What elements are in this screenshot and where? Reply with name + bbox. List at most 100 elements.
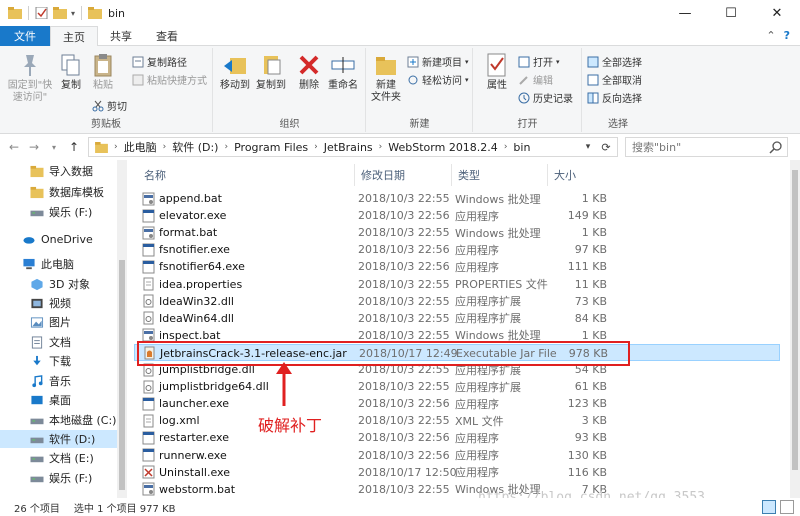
close-button[interactable]: ✕ [754, 0, 800, 26]
nav-scrollbar-thumb[interactable] [119, 260, 125, 490]
nav-item[interactable]: 娱乐 (F:) [0, 203, 118, 221]
status-bar: 26 个项目 选中 1 个项目 977 KB [0, 498, 800, 516]
tab-home[interactable]: 主页 [50, 26, 98, 47]
refresh-icon[interactable]: ⟳ [597, 139, 615, 155]
nav-item[interactable]: 桌面 [0, 391, 118, 409]
customize-quick-access-icon[interactable]: ▾ [71, 9, 75, 18]
new-folder-icon[interactable] [53, 7, 67, 19]
nav-item[interactable]: 软件 (D:) [0, 430, 118, 448]
history-button[interactable]: 历史记录 [518, 90, 573, 105]
nav-item[interactable]: 视频 [0, 294, 118, 312]
column-header-size[interactable]: 大小 [548, 164, 610, 186]
nav-item[interactable]: 娱乐 (F:) [0, 469, 118, 487]
file-date: 2018/10/17 12:50 [358, 465, 457, 479]
file-row[interactable]: append.bat 2018/10/3 22:55 Windows 批处理 1 KB [134, 190, 780, 207]
nav-item[interactable]: 本地磁盘 (C:) [0, 411, 118, 429]
nav-item[interactable]: 数据库模板 [0, 183, 118, 201]
nav-item[interactable]: 文档 [0, 333, 118, 351]
nav-scrollbar[interactable] [117, 160, 126, 498]
details-view-icon[interactable] [762, 500, 776, 514]
address-bar[interactable]: › 此电脑 › 软件 (D:) › Program Files › JetBra… [88, 137, 618, 157]
file-row[interactable]: IdeaWin32.dll 2018/10/3 22:55 应用程序扩展 73 KB [134, 293, 780, 310]
file-row[interactable]: jumplistbridge64.dll 2018/10/3 22:55 应用程序扩… [134, 378, 780, 395]
minimize-button[interactable]: — [662, 0, 708, 26]
nav-item[interactable]: OneDrive [0, 230, 118, 248]
column-header-date[interactable]: 修改日期 [355, 164, 452, 186]
file-row[interactable]: restarter.exe 2018/10/3 22:56 应用程序 93 KB [134, 429, 780, 446]
nav-item[interactable]: 此电脑 [0, 255, 118, 273]
file-list-scrollbar[interactable] [790, 160, 800, 498]
help-icon[interactable]: ? [784, 29, 790, 42]
file-row[interactable]: jumplistbridge.dll 2018/10/3 22:55 应用程序扩展 5… [134, 361, 780, 378]
nav-item[interactable]: 文档 (E:) [0, 449, 118, 467]
new-item-button[interactable]: 新建项目 ▾ [407, 54, 469, 69]
nav-item[interactable]: 导入数据 [0, 162, 118, 180]
tab-view[interactable]: 查看 [144, 26, 190, 46]
file-row[interactable]: runnerw.exe 2018/10/3 22:56 应用程序 130 KB [134, 447, 780, 464]
open-icon [518, 56, 530, 67]
nav-item[interactable]: 音乐 [0, 372, 118, 390]
file-size: 84 KB [574, 311, 607, 325]
open-button[interactable]: 打开 ▾ [518, 54, 560, 69]
easy-access-button[interactable]: 轻松访问 ▾ [407, 72, 469, 87]
address-dropdown-icon[interactable]: ▾ [581, 139, 595, 155]
breadcrumb-jetbrains[interactable]: JetBrains [324, 141, 373, 154]
file-row[interactable]: launcher.exe 2018/10/3 22:56 应用程序 123 KB [134, 395, 780, 412]
file-size: 978 KB [568, 346, 608, 360]
large-icons-view-icon[interactable] [780, 500, 794, 514]
properties-button[interactable]: 属性 [482, 52, 512, 92]
file-row[interactable]: elevator.exe 2018/10/3 22:56 应用程序 149 KB [134, 207, 780, 224]
cut-button[interactable]: 剪切 [92, 98, 127, 113]
column-header-type[interactable]: 类型 [452, 164, 548, 186]
clipboard-group-label: 剪贴板 [91, 119, 121, 130]
file-row[interactable]: IdeaWin64.dll 2018/10/3 22:55 应用程序扩展 84 KB [134, 310, 780, 327]
file-row[interactable]: log.xml 2018/10/3 22:55 XML 文件 3 KB [134, 412, 780, 429]
maximize-button[interactable]: ☐ [708, 0, 754, 26]
column-header-name[interactable]: 名称 [138, 164, 355, 186]
file-row[interactable]: fsnotifier64.exe 2018/10/3 22:56 应用程序 111 K… [134, 258, 780, 275]
file-row[interactable]: idea.properties 2018/10/3 22:55 PROPERTIES… [134, 276, 780, 293]
copy-path-button[interactable]: 复制路径 [132, 54, 187, 69]
properties-check-icon[interactable] [35, 7, 49, 19]
delete-button[interactable]: 删除 [296, 52, 322, 92]
move-to-button[interactable]: 移动到 [218, 52, 252, 92]
file-list-scrollbar-thumb[interactable] [792, 170, 798, 470]
copy-to-button[interactable]: 复制到 [254, 52, 288, 92]
paste-button[interactable]: 粘贴 [90, 52, 116, 92]
rename-button[interactable]: 重命名 [326, 52, 360, 92]
up-arrow-icon[interactable]: ↑ [64, 140, 84, 154]
select-all-button[interactable]: 全部选择 [587, 54, 642, 69]
forward-arrow-icon[interactable]: → [24, 140, 44, 154]
paste-shortcut-button[interactable]: 粘贴快捷方式 [132, 72, 207, 87]
breadcrumb-webstorm[interactable]: WebStorm 2018.2.4 [388, 141, 498, 154]
edit-button[interactable]: 编辑 [518, 72, 553, 87]
breadcrumb-drive-d[interactable]: 软件 (D:) [172, 139, 218, 155]
nav-item[interactable]: 3D 对象 [0, 275, 118, 293]
select-none-button[interactable]: 全部取消 [587, 72, 642, 87]
file-name-cell: elevator.exe [142, 207, 226, 224]
tab-file[interactable]: 文件 [0, 26, 50, 46]
file-row[interactable]: inspect.bat 2018/10/3 22:55 Windows 批处理 1 K… [134, 327, 780, 344]
select-group-label: 选择 [608, 119, 628, 130]
new-folder-button[interactable]: 新建 文件夹 [369, 52, 403, 104]
nav-item-label: 娱乐 (F:) [49, 472, 93, 485]
file-date: 2018/10/3 22:55 [358, 414, 450, 428]
nav-item[interactable]: 下载 [0, 352, 118, 370]
recent-locations-icon[interactable]: ▾ [44, 143, 64, 152]
breadcrumb-bin[interactable]: bin [513, 141, 530, 154]
file-name: fsnotifier.exe [159, 243, 230, 257]
tab-share[interactable]: 共享 [98, 26, 144, 46]
collapse-ribbon-icon[interactable]: ⌃ [766, 29, 775, 42]
nav-item[interactable]: 图片 [0, 313, 118, 331]
breadcrumb-this-pc[interactable]: 此电脑 [124, 139, 157, 155]
file-row[interactable]: Uninstall.exe 2018/10/17 12:50 应用程序 116 KB [134, 464, 780, 481]
file-row[interactable]: format.bat 2018/10/3 22:55 Windows 批处理 1 KB [134, 224, 780, 241]
breadcrumb-program-files[interactable]: Program Files [234, 141, 308, 154]
search-input[interactable]: 搜索"bin" [625, 137, 788, 157]
file-row[interactable]: JetbrainsCrack-3.1-release-enc.jar 2018/1… [134, 343, 780, 361]
copy-button[interactable]: 复制 [58, 52, 84, 92]
invert-selection-button[interactable]: 反向选择 [587, 90, 642, 105]
pin-quick-access-button[interactable]: 固定到"快 速访问" [6, 52, 54, 104]
file-row[interactable]: fsnotifier.exe 2018/10/3 22:56 应用程序 97 KB [134, 241, 780, 258]
back-arrow-icon[interactable]: ← [4, 140, 24, 154]
